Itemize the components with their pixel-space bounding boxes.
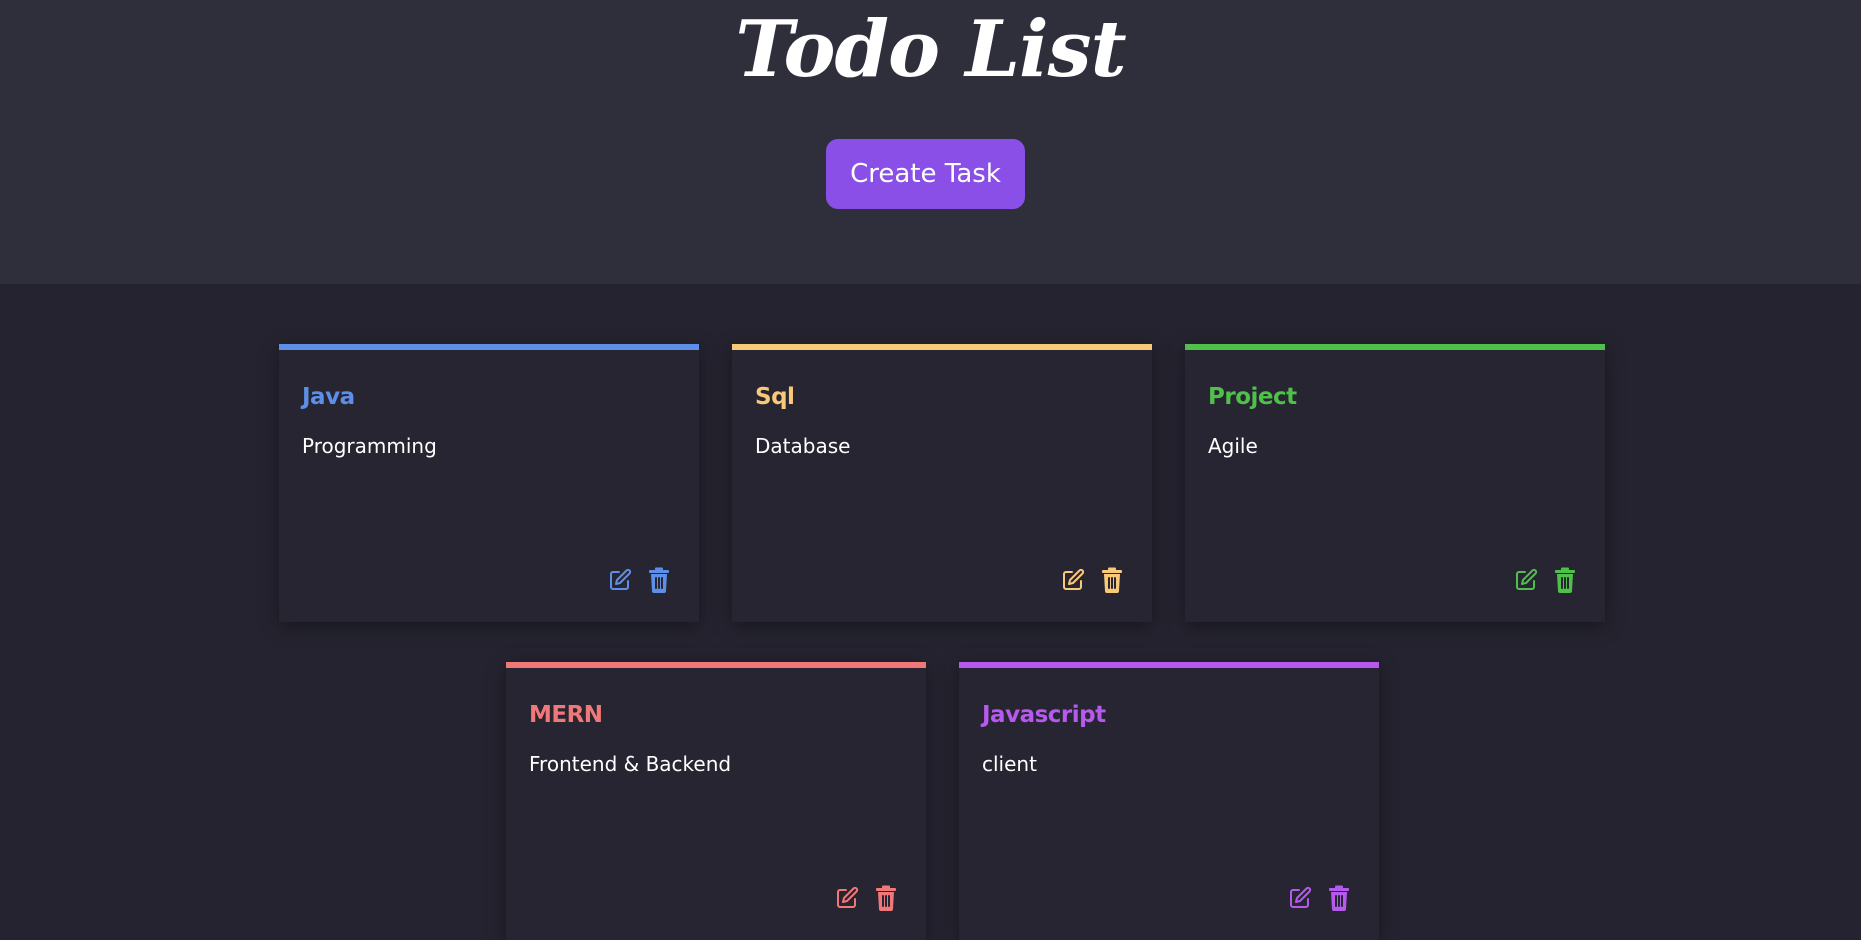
task-card: Javascript client xyxy=(959,662,1379,940)
task-actions xyxy=(1513,566,1578,594)
task-description: Programming xyxy=(302,434,437,458)
edit-icon[interactable] xyxy=(1287,884,1313,912)
trash-icon[interactable] xyxy=(1326,884,1352,912)
task-card: MERN Frontend & Backend xyxy=(506,662,926,940)
trash-icon[interactable] xyxy=(873,884,899,912)
task-description: Frontend & Backend xyxy=(529,752,732,776)
task-actions xyxy=(1060,566,1125,594)
task-description: Database xyxy=(755,434,851,458)
create-task-button[interactable]: Create Task xyxy=(826,139,1025,209)
app-title: Todo List xyxy=(735,4,1126,95)
task-title: Java xyxy=(302,384,355,410)
edit-icon[interactable] xyxy=(607,566,633,594)
task-actions xyxy=(1287,884,1352,912)
edit-icon[interactable] xyxy=(1060,566,1086,594)
task-actions xyxy=(607,566,672,594)
trash-icon[interactable] xyxy=(1552,566,1578,594)
task-title: Sql xyxy=(755,384,795,410)
edit-icon[interactable] xyxy=(834,884,860,912)
task-title: Javascript xyxy=(982,702,1106,728)
trash-icon[interactable] xyxy=(1099,566,1125,594)
task-title: MERN xyxy=(529,702,603,728)
page-header: Todo List Create Task xyxy=(0,0,1861,284)
task-actions xyxy=(834,884,899,912)
task-title: Project xyxy=(1208,384,1297,410)
edit-icon[interactable] xyxy=(1513,566,1539,594)
task-description: client xyxy=(982,752,1037,776)
trash-icon[interactable] xyxy=(646,566,672,594)
task-card: Sql Database xyxy=(732,344,1152,622)
task-card: Java Programming xyxy=(279,344,699,622)
task-description: Agile xyxy=(1208,434,1258,458)
task-card: Project Agile xyxy=(1185,344,1605,622)
